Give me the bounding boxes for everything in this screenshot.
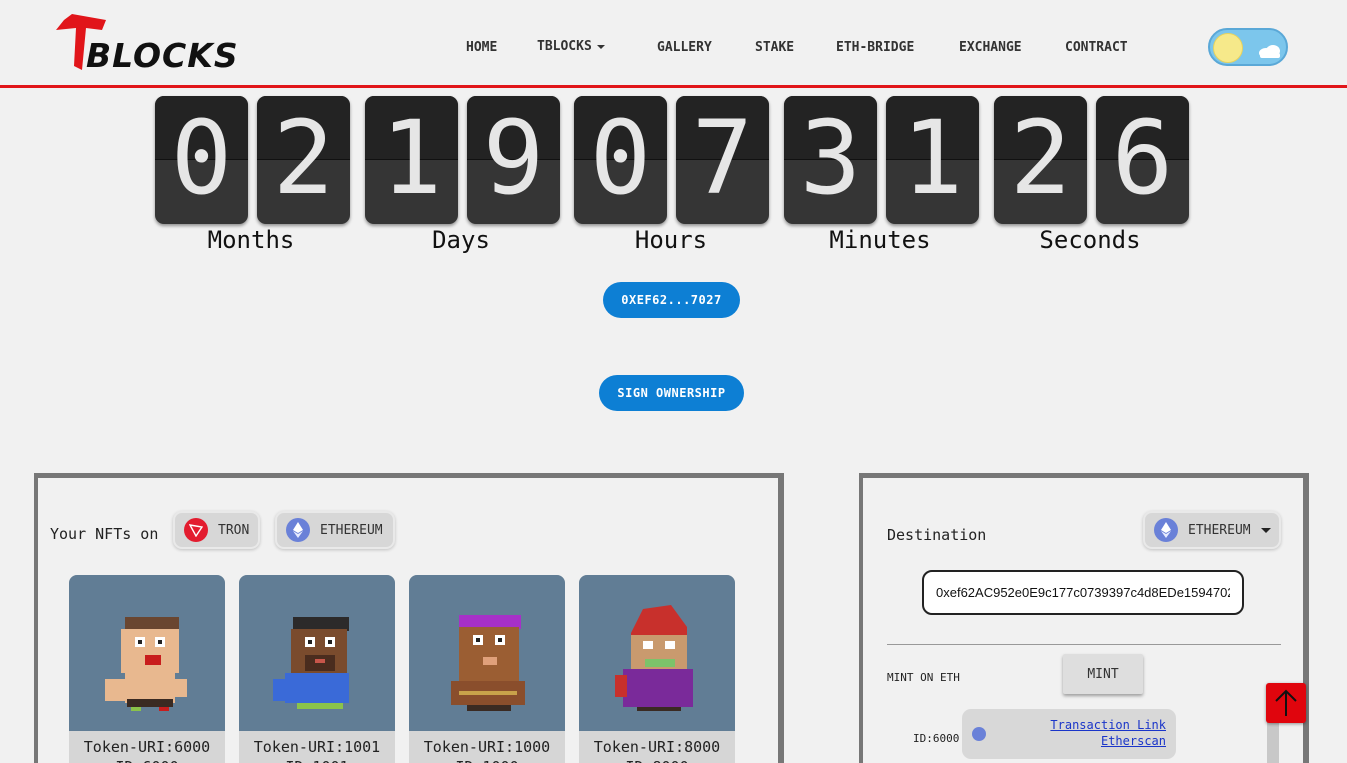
countdown-digit: 3 bbox=[784, 96, 877, 224]
cloud-icon bbox=[1259, 45, 1280, 58]
nav-exchange[interactable]: EXCHANGE bbox=[959, 40, 1022, 55]
countdown-unit-days: Days bbox=[432, 226, 490, 254]
chain-chip-tron[interactable]: TRON bbox=[173, 511, 260, 549]
nft-token-id: ID:6000 bbox=[69, 757, 225, 763]
nft-card[interactable]: Token-URI:6000ID:6000 bbox=[69, 575, 225, 763]
nft-token-id: ID:1001 bbox=[239, 757, 395, 763]
countdown-digit: 0 bbox=[574, 96, 667, 224]
destination-chain-select[interactable]: ETHEREUM bbox=[1143, 511, 1281, 549]
nft-token-uri: Token-URI:1000 bbox=[423, 738, 551, 756]
nav-stake[interactable]: STAKE bbox=[755, 40, 794, 55]
chain-chip-label: TRON bbox=[218, 522, 250, 538]
destination-chain-label: ETHEREUM bbox=[1188, 522, 1251, 538]
destination-address-input[interactable] bbox=[922, 570, 1244, 615]
logo-text: BLOCKS bbox=[86, 36, 239, 75]
nft-token-id: ID:1000 bbox=[409, 757, 565, 763]
tx-entry: Transaction Link Etherscan bbox=[962, 709, 1176, 759]
nft-token-id: ID:8000 bbox=[579, 757, 735, 763]
ethereum-icon bbox=[972, 727, 986, 741]
nav-gallery[interactable]: GALLERY bbox=[657, 40, 712, 55]
countdown-digit: 1 bbox=[365, 96, 458, 224]
divider bbox=[887, 644, 1281, 645]
bridge-panel: Destination ETHEREUM MINT ON ETH MINT ID… bbox=[859, 473, 1309, 763]
tron-icon bbox=[184, 518, 208, 542]
tx-token-id: ID:6000 bbox=[913, 732, 960, 745]
nav-eth-bridge[interactable]: ETH-BRIDGE bbox=[836, 40, 914, 55]
nft-image bbox=[69, 575, 225, 731]
countdown-unit-months: Months bbox=[207, 226, 295, 254]
chain-chip-label: ETHEREUM bbox=[320, 522, 383, 538]
chevron-down-icon bbox=[1260, 527, 1271, 533]
nft-card[interactable]: Token-URI:1000ID:1000 bbox=[409, 575, 565, 763]
nft-image bbox=[239, 575, 395, 731]
mint-button[interactable]: MINT bbox=[1063, 654, 1143, 694]
sign-ownership-button[interactable]: SIGN OWNERSHIP bbox=[599, 375, 744, 411]
chain-chip-ethereum[interactable]: ETHEREUM bbox=[275, 511, 395, 549]
nav-contract[interactable]: CONTRACT bbox=[1065, 40, 1128, 55]
ethereum-icon bbox=[1154, 518, 1178, 542]
nft-panel-title: Your NFTs on bbox=[50, 525, 159, 543]
nft-token-uri: Token-URI:1001 bbox=[253, 738, 381, 756]
nav-tblocks[interactable]: TBLOCKS bbox=[537, 39, 605, 54]
countdown-digit: 2 bbox=[257, 96, 350, 224]
etherscan-link[interactable]: Etherscan bbox=[1101, 734, 1166, 748]
nft-token-uri: Token-URI:6000 bbox=[83, 738, 211, 756]
countdown-unit-minutes: Minutes bbox=[829, 226, 931, 254]
nav-home[interactable]: HOME bbox=[466, 40, 497, 55]
destination-label: Destination bbox=[887, 526, 987, 544]
nft-token-uri: Token-URI:8000 bbox=[593, 738, 721, 756]
site-header: BLOCKS HOME TBLOCKS GALLERY STAKE ETH-BR… bbox=[0, 0, 1347, 88]
nav-tblocks-label: TBLOCKS bbox=[537, 39, 592, 54]
chevron-down-icon bbox=[596, 44, 605, 49]
countdown-digit: 1 bbox=[886, 96, 979, 224]
nft-panel: Your NFTs on TRON ETHEREUM Token-URI:600… bbox=[34, 473, 784, 763]
sun-icon bbox=[1213, 33, 1243, 63]
mint-label: MINT ON ETH bbox=[887, 671, 960, 684]
scroll-to-top-button[interactable] bbox=[1266, 683, 1306, 723]
transaction-link[interactable]: Transaction Link bbox=[1050, 718, 1166, 732]
theme-toggle[interactable] bbox=[1208, 28, 1288, 66]
tblocks-logo[interactable]: BLOCKS bbox=[56, 14, 246, 75]
nft-card[interactable]: Token-URI:1001ID:1001 bbox=[239, 575, 395, 763]
countdown-digit: 2 bbox=[994, 96, 1087, 224]
wallet-address-button[interactable]: 0XEF62...7027 bbox=[603, 282, 740, 318]
countdown-unit-hours: Hours bbox=[634, 226, 708, 254]
countdown-digit: 9 bbox=[467, 96, 560, 224]
countdown-digit: 7 bbox=[676, 96, 769, 224]
countdown-unit-seconds: Seconds bbox=[1039, 226, 1141, 254]
arrow-up-icon bbox=[1275, 689, 1297, 716]
nft-card[interactable]: Token-URI:8000ID:8000 bbox=[579, 575, 735, 763]
countdown-digit: 0 bbox=[155, 96, 248, 224]
nft-image bbox=[579, 575, 735, 731]
countdown-digit: 6 bbox=[1096, 96, 1189, 224]
nft-image bbox=[409, 575, 565, 731]
ethereum-icon bbox=[286, 518, 310, 542]
